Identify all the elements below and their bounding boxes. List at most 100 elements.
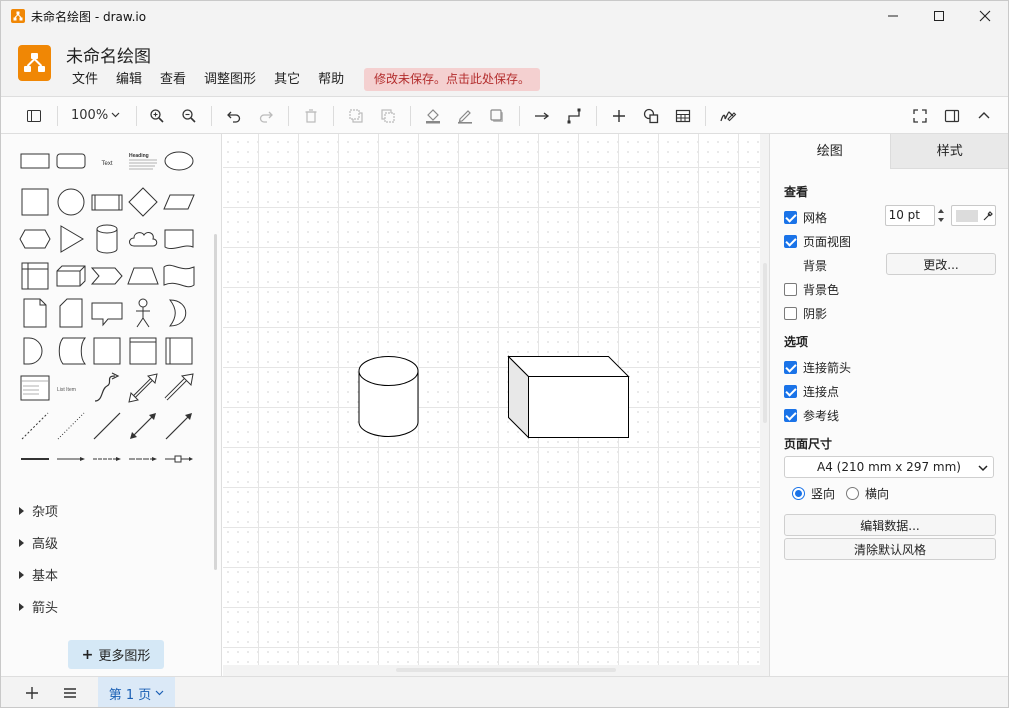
canvas-cylinder[interactable]	[357, 355, 421, 441]
dotted-line-shape[interactable]	[53, 408, 89, 444]
circle-shape[interactable]	[53, 184, 89, 220]
portrait-radio[interactable]: 竖向	[792, 485, 835, 502]
maximize-button[interactable]	[916, 1, 962, 31]
list-item-shape[interactable]: List Item	[53, 370, 89, 406]
more-shapes-button[interactable]: + 更多图形	[68, 640, 164, 669]
insert-button[interactable]	[608, 105, 630, 127]
shadow-button[interactable]	[486, 105, 508, 127]
category-basic[interactable]: 基本	[19, 565, 58, 584]
canvas-vertical-scrollbar[interactable]	[763, 263, 767, 423]
add-page-icon[interactable]	[24, 685, 40, 701]
insert-table-button[interactable]	[672, 105, 694, 127]
canvas-cube[interactable]	[507, 355, 631, 440]
list-shape[interactable]	[17, 370, 53, 406]
textbox-shape[interactable]: Heading	[125, 148, 161, 184]
curved-arrow-shape[interactable]	[89, 370, 125, 406]
rectangle-shape[interactable]	[17, 148, 53, 184]
freehand-draw-button[interactable]	[717, 105, 739, 127]
internal-storage-shape[interactable]	[17, 258, 53, 294]
trapezoid-shape[interactable]	[125, 258, 161, 294]
menu-file[interactable]: 文件	[63, 71, 107, 89]
document-title[interactable]: 未命名绘图	[66, 42, 151, 67]
menu-help[interactable]: 帮助	[309, 71, 353, 89]
category-advanced[interactable]: 高级	[19, 533, 58, 552]
canvas-horizontal-scrollbar[interactable]	[396, 668, 616, 672]
insert-shape-button[interactable]	[640, 105, 662, 127]
close-window-button[interactable]	[962, 1, 1008, 31]
connector-arrow-shape[interactable]	[53, 453, 89, 489]
undo-button[interactable]	[223, 105, 245, 127]
triangle-shape[interactable]	[53, 221, 89, 257]
connection-style-button[interactable]	[531, 105, 553, 127]
rounded-rectangle-shape[interactable]	[53, 148, 89, 184]
to-back-button[interactable]	[377, 105, 399, 127]
pages-menu-icon[interactable]	[62, 685, 78, 701]
dashed-connector-shape[interactable]	[89, 453, 125, 489]
tab-diagram[interactable]: 绘图	[770, 134, 890, 169]
connection-points-checkbox[interactable]: 连接点	[784, 383, 839, 400]
line-color-button[interactable]	[454, 105, 476, 127]
fullscreen-button[interactable]	[909, 105, 931, 127]
sidebar-scrollbar[interactable]	[214, 234, 217, 570]
cloud-shape[interactable]	[125, 221, 161, 257]
fill-color-button[interactable]	[422, 105, 444, 127]
parallelogram-shape[interactable]	[161, 184, 197, 220]
grid-size-input[interactable]: 10 pt	[885, 205, 935, 226]
page-tab-1[interactable]: 第 1 页	[98, 677, 175, 707]
swimlane-shape[interactable]	[125, 333, 161, 369]
clear-default-style-button[interactable]: 清除默认风格	[784, 538, 996, 560]
diamond-shape[interactable]	[125, 184, 161, 220]
step-shape[interactable]	[89, 258, 125, 294]
delete-button[interactable]	[300, 105, 322, 127]
connection-arrows-checkbox[interactable]: 连接箭头	[784, 359, 851, 376]
page-size-select[interactable]: A4 (210 mm x 297 mm)	[784, 456, 994, 478]
bidirectional-arrow-shape[interactable]	[125, 370, 161, 406]
landscape-radio[interactable]: 横向	[846, 485, 889, 502]
link-connector-shape[interactable]	[161, 453, 197, 489]
line-shape[interactable]	[89, 408, 125, 444]
stored-data-shape[interactable]	[53, 333, 89, 369]
format-panel-button[interactable]	[941, 105, 963, 127]
zoom-level[interactable]: 100%	[71, 108, 108, 123]
tape-shape[interactable]	[161, 258, 197, 294]
card-shape[interactable]	[53, 295, 89, 331]
ellipse-shape[interactable]	[161, 148, 197, 184]
delay-shape[interactable]	[17, 333, 53, 369]
double-arrow-line-shape[interactable]	[125, 408, 161, 444]
menu-extras[interactable]: 其它	[265, 71, 309, 89]
or-shape[interactable]	[161, 295, 197, 331]
menu-arrange[interactable]: 调整图形	[195, 71, 265, 89]
menu-view[interactable]: 查看	[151, 71, 195, 89]
edit-data-button[interactable]: 编辑数据...	[784, 514, 996, 536]
container-square-shape[interactable]	[89, 333, 125, 369]
unsaved-changes-notice[interactable]: 修改未保存。点击此处保存。	[364, 68, 541, 91]
process-shape[interactable]	[89, 184, 125, 220]
note-shape[interactable]	[17, 295, 53, 331]
thick-line-shape[interactable]	[17, 453, 53, 489]
page-view-checkbox[interactable]: 页面视图	[784, 233, 851, 250]
grid-size-stepper-icon[interactable]	[936, 205, 946, 226]
diagram-canvas[interactable]	[223, 134, 760, 665]
collapse-toolbar-button[interactable]	[973, 105, 995, 127]
background-color-checkbox[interactable]: 背景色	[784, 281, 839, 298]
tab-style[interactable]: 样式	[889, 134, 1008, 169]
dashed-line-shape[interactable]	[17, 408, 53, 444]
format-panel-toggle-button[interactable]	[23, 105, 45, 127]
document-shape[interactable]	[161, 221, 197, 257]
dotted-connector-shape[interactable]	[125, 453, 161, 489]
grid-color-button[interactable]	[951, 205, 996, 226]
text-shape[interactable]: Text	[89, 148, 125, 184]
grid-checkbox[interactable]: 网格	[784, 209, 827, 226]
cylinder-shape[interactable]	[89, 221, 125, 257]
waypoints-button[interactable]	[563, 105, 585, 127]
category-arrows[interactable]: 箭头	[19, 597, 58, 616]
shadow-checkbox[interactable]: 阴影	[784, 305, 827, 322]
to-front-button[interactable]	[345, 105, 367, 127]
vertical-swimlane-shape[interactable]	[161, 333, 197, 369]
arrow-line-shape[interactable]	[161, 408, 197, 444]
redo-button[interactable]	[255, 105, 277, 127]
hexagon-shape[interactable]	[17, 221, 53, 257]
square-shape[interactable]	[17, 184, 53, 220]
zoom-out-button[interactable]	[178, 105, 200, 127]
change-background-button[interactable]: 更改...	[886, 253, 996, 275]
